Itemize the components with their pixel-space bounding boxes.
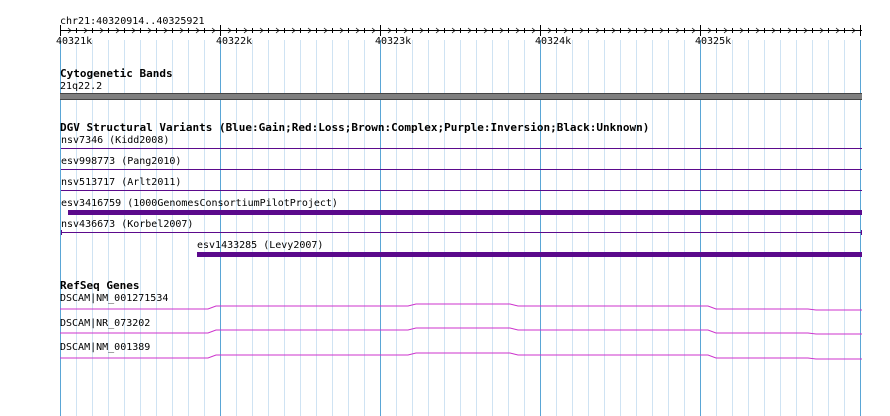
ruler-location: chr21:40320914..40325921 (60, 16, 205, 27)
refseq-feature-label: DSCAM|NM_001389 (60, 342, 151, 353)
dgv-feature-label: nsv436673 (Korbel2007) (61, 219, 194, 230)
track-title-cytoband[interactable]: Cytogenetic Bands (60, 68, 173, 80)
ruler-tick-label: 40322k (216, 36, 253, 47)
genome-browser-view: chr21:40320914..40325921 40321k 40322k 4… (0, 0, 890, 416)
dgv-feature-label: nsv7346 (Kidd2008) (61, 135, 170, 146)
dgv-feature-label: esv998773 (Pang2010) (61, 156, 182, 167)
cytoband-bar[interactable] (60, 93, 862, 100)
dgv-feature-bar[interactable] (197, 252, 862, 257)
dgv-feature-label: esv3416759 (1000GenomesConsortiumPilotPr… (61, 198, 338, 209)
cytoband-label: 21q22.2 (60, 81, 103, 92)
track-title-dgv[interactable]: DGV Structural Variants (Blue:Gain;Red:L… (60, 122, 649, 134)
dgv-feature-bar[interactable] (61, 148, 862, 149)
dgv-feature-cap-right (861, 230, 862, 235)
refseq-feature-label: DSCAM|NM_001271534 (60, 293, 169, 304)
dgv-feature-cap-left (61, 230, 62, 235)
ruler-tick-label: 40323k (375, 36, 412, 47)
ruler-tick-label: 40321k (56, 36, 93, 47)
dgv-feature-bar[interactable] (68, 210, 862, 215)
refseq-feature-label: DSCAM|NR_073202 (60, 318, 151, 329)
dgv-feature-label: esv1433285 (Levy2007) (197, 240, 324, 251)
ruler-tick-label: 40325k (695, 36, 732, 47)
dgv-feature-label: nsv513717 (Arlt2011) (61, 177, 182, 188)
ruler-tick-label: 40324k (535, 36, 572, 47)
track-title-refseq[interactable]: RefSeq Genes (60, 280, 139, 292)
dgv-feature-bar[interactable] (61, 232, 862, 233)
dgv-feature-bar[interactable] (61, 190, 862, 191)
dgv-feature-bar[interactable] (61, 169, 862, 170)
